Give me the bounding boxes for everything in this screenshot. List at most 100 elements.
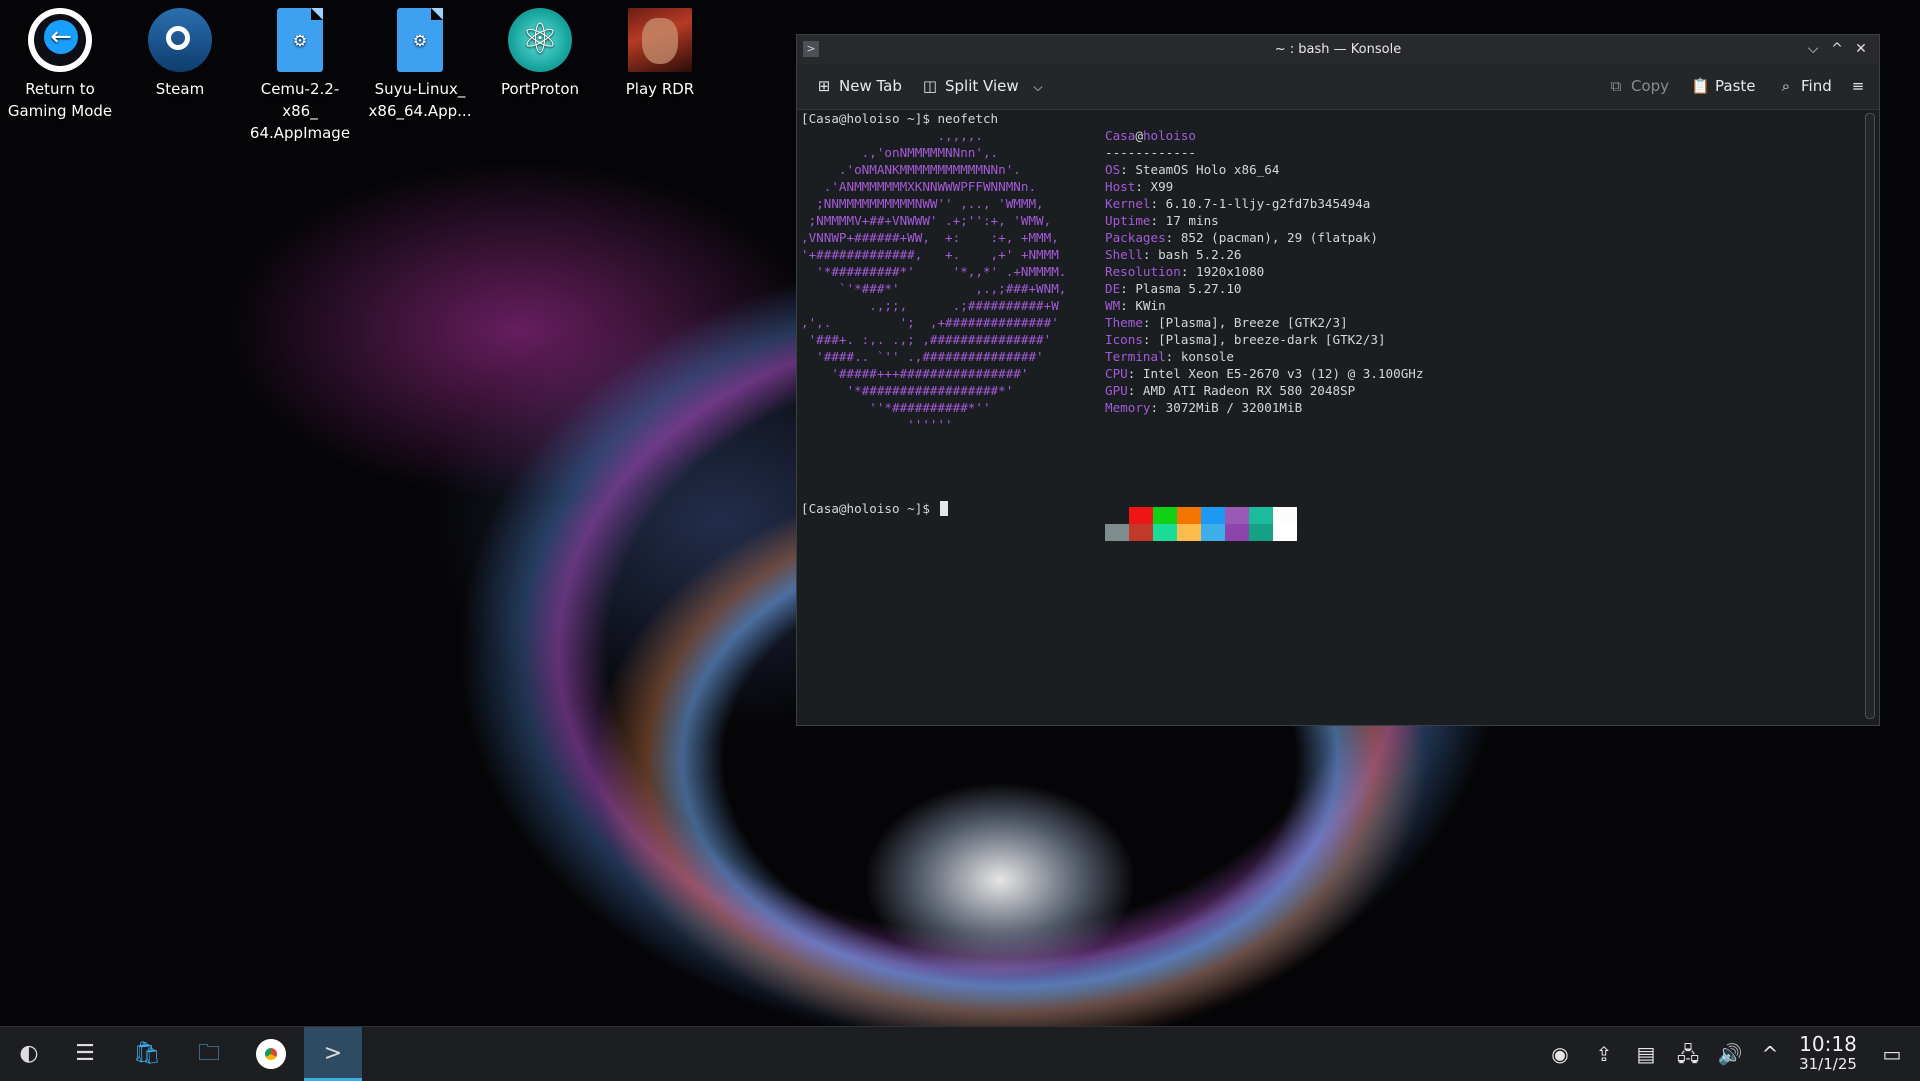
desktop-icon-label: Play RDR bbox=[625, 80, 695, 98]
info-key: OS bbox=[1105, 162, 1121, 177]
desktop-icon-label: Return to Gaming Mode bbox=[7, 80, 113, 120]
expand-tray-icon[interactable]: ^ bbox=[1752, 1027, 1788, 1081]
konsole-toolbar: ⊞ New Tab ◫ Split View ⌵ ⧉ Copy 📋 Paste ⌕ Fin… bbox=[797, 64, 1879, 110]
clock-date: 31/1/25 bbox=[1799, 1055, 1857, 1073]
find-button[interactable]: ⌕ Find bbox=[1777, 64, 1832, 109]
desktop-icon-steam[interactable]: Steam bbox=[124, 8, 236, 100]
desktop-icon-play-rdr[interactable]: Play RDR bbox=[604, 8, 716, 100]
palette-swatch bbox=[1129, 507, 1153, 524]
info-row-cpu: CPU: Intel Xeon E5-2670 v3 (12) @ 3.100G… bbox=[1105, 366, 1424, 381]
palette-swatch bbox=[1249, 524, 1273, 541]
volume-icon[interactable]: 🔊 bbox=[1712, 1027, 1748, 1081]
info-row-theme: Theme: [Plasma], Breeze [GTK2/3] bbox=[1105, 315, 1348, 330]
info-row-host: Host: X99 bbox=[1105, 179, 1174, 194]
taskbar-chrome[interactable] bbox=[242, 1027, 300, 1081]
split-view-label: Split View bbox=[945, 77, 1019, 95]
palette-swatch bbox=[1273, 507, 1297, 524]
info-at: @ bbox=[1135, 128, 1143, 143]
ascii-logo-line: '*##################*' bbox=[801, 383, 1014, 398]
split-view-button[interactable]: ◫ Split View ⌵ bbox=[921, 64, 1043, 109]
network-icon[interactable]: 🖧 bbox=[1670, 1027, 1706, 1081]
terminal-scrollbar[interactable] bbox=[1865, 113, 1875, 719]
desktop-icon-label: Suyu-Linux_ x86_64.App... bbox=[368, 80, 472, 120]
palette-swatch bbox=[1201, 524, 1225, 541]
chevron-down-icon: ⌵ bbox=[1807, 41, 1819, 57]
ascii-logo-line: .,;;, .;##########+W bbox=[801, 298, 1059, 313]
palette-swatch bbox=[1249, 507, 1273, 524]
desktop-icon-suyu[interactable]: Suyu-Linux_ x86_64.App... bbox=[364, 8, 476, 122]
info-value: Intel Xeon E5-2670 v3 (12) @ 3.100GHz bbox=[1142, 366, 1424, 381]
close-icon: ✕ bbox=[1855, 41, 1867, 57]
info-row-gpu: GPU: AMD ATI Radeon RX 580 2048SP bbox=[1105, 383, 1356, 398]
show-desktop-button[interactable]: ▭ bbox=[1874, 1027, 1910, 1081]
minimize-button[interactable]: ⌵ bbox=[1801, 35, 1825, 64]
info-value: 3072MiB / 32001MiB bbox=[1165, 400, 1303, 415]
palette-swatch bbox=[1201, 507, 1225, 524]
taskbar-dolphin[interactable]: 🗀 bbox=[180, 1027, 238, 1081]
palette-swatch bbox=[1177, 524, 1201, 541]
menu-button[interactable]: ≡ bbox=[1849, 64, 1873, 109]
paste-button[interactable]: 📋 Paste bbox=[1691, 64, 1756, 109]
update-icon[interactable]: ⇪ bbox=[1586, 1027, 1622, 1081]
window-titlebar[interactable]: > ~ : bash — Konsole ⌵ ^ ✕ bbox=[797, 35, 1879, 64]
info-key: Theme bbox=[1105, 315, 1143, 330]
ascii-logo-line: '+#############, +. ,+' +NMMM bbox=[801, 247, 1059, 262]
konsole-window[interactable]: > ~ : bash — Konsole ⌵ ^ ✕ ⊞ New Tab ◫ Spl… bbox=[796, 34, 1880, 726]
palette-swatch bbox=[1225, 507, 1249, 524]
maximize-button[interactable]: ^ bbox=[1825, 35, 1849, 64]
ascii-logo-line: '*#########*' '*,,*' .+NMMMM. bbox=[801, 264, 1067, 279]
system-settings-icon: ☰ bbox=[75, 1041, 95, 1066]
info-separator: ------------ bbox=[1105, 145, 1196, 160]
info-key: WM bbox=[1105, 298, 1121, 313]
clipboard-icon[interactable]: ▤ bbox=[1628, 1027, 1664, 1081]
info-row-shell: Shell: bash 5.2.26 bbox=[1105, 247, 1242, 262]
ascii-logo-line: `'*###*' ,.,;###+WNM, bbox=[801, 281, 1067, 296]
info-value: [Plasma], breeze-dark [GTK2/3] bbox=[1158, 332, 1386, 347]
new-tab-icon: ⊞ bbox=[817, 77, 831, 95]
new-tab-button[interactable]: ⊞ New Tab bbox=[815, 64, 902, 109]
clock[interactable]: 10:18 31/1/25 bbox=[1788, 1033, 1868, 1074]
info-row-kernel: Kernel: 6.10.7-1-lljy-g2fd7b345494a bbox=[1105, 196, 1371, 211]
taskbar-discover[interactable]: 🛍 bbox=[118, 1027, 176, 1081]
show-desktop-icon: ▭ bbox=[1882, 1042, 1902, 1066]
info-value: KWin bbox=[1135, 298, 1166, 313]
desktop-icon-cemu[interactable]: Cemu-2.2-x86_ 64.AppImage bbox=[244, 8, 356, 144]
konsole-app-icon[interactable]: > bbox=[803, 41, 819, 57]
palette-swatch bbox=[1177, 507, 1201, 524]
terminal-area[interactable]: [Casa@holoiso ~]$ neofetch .,,,,. .,'onN… bbox=[801, 110, 1859, 721]
desktop-icon-label: PortProton bbox=[500, 80, 580, 98]
discover-store-icon: 🛍 bbox=[133, 1041, 161, 1066]
terminal-prompt-line: [Casa@holoiso ~]$ neofetch bbox=[801, 111, 999, 126]
ascii-logo-line: ;NNMMMMMMMMMMNWW'' ,.., 'WMMM, bbox=[801, 196, 1044, 211]
ascii-logo-line: '#####+++################' bbox=[801, 366, 1029, 381]
appimage-file-icon bbox=[277, 8, 323, 72]
desktop-icon-portproton[interactable]: PortProton bbox=[484, 8, 596, 100]
info-value: AMD ATI Radeon RX 580 2048SP bbox=[1142, 383, 1356, 398]
taskbar-system-settings[interactable]: ☰ bbox=[56, 1027, 114, 1081]
ascii-logo-line: .'oNMANKMMMMMMMMMMMNNn'. bbox=[801, 162, 1021, 177]
info-key: Terminal bbox=[1105, 349, 1166, 364]
copy-button[interactable]: ⧉ Copy bbox=[1607, 64, 1669, 109]
paste-icon: 📋 bbox=[1691, 77, 1710, 95]
info-value: 17 mins bbox=[1165, 213, 1219, 228]
palette-swatch bbox=[1129, 524, 1153, 541]
palette-swatch bbox=[1225, 524, 1249, 541]
close-button[interactable]: ✕ bbox=[1849, 35, 1873, 64]
info-key: CPU bbox=[1105, 366, 1128, 381]
ascii-logo-line: ;NMMMMV+##+VNWWW' .+;'':+, 'WMW, bbox=[801, 213, 1052, 228]
taskbar-konsole[interactable]: > bbox=[304, 1027, 362, 1081]
find-label: Find bbox=[1801, 77, 1832, 95]
palette-swatch bbox=[1153, 524, 1177, 541]
rdr-game-icon bbox=[628, 8, 692, 72]
steam-tray-icon[interactable]: ◉ bbox=[1542, 1027, 1578, 1081]
dolphin-files-icon: 🗀 bbox=[197, 1041, 220, 1066]
desktop-icon-return-gaming-mode[interactable]: Return to Gaming Mode bbox=[4, 8, 116, 122]
taskbar-launcher[interactable]: ◐ bbox=[0, 1027, 58, 1081]
chevron-down-icon[interactable]: ⌵ bbox=[1033, 80, 1042, 94]
terminal-cursor bbox=[939, 501, 948, 516]
ascii-logo-line: .,'onNMMMMMNNnn',. bbox=[801, 145, 999, 160]
ascii-logo-line: '####.. `'' .,###############' bbox=[801, 349, 1044, 364]
ascii-logo-line: '''''' bbox=[801, 417, 953, 432]
info-value: Plasma 5.27.10 bbox=[1135, 281, 1242, 296]
info-row-uptime: Uptime: 17 mins bbox=[1105, 213, 1219, 228]
